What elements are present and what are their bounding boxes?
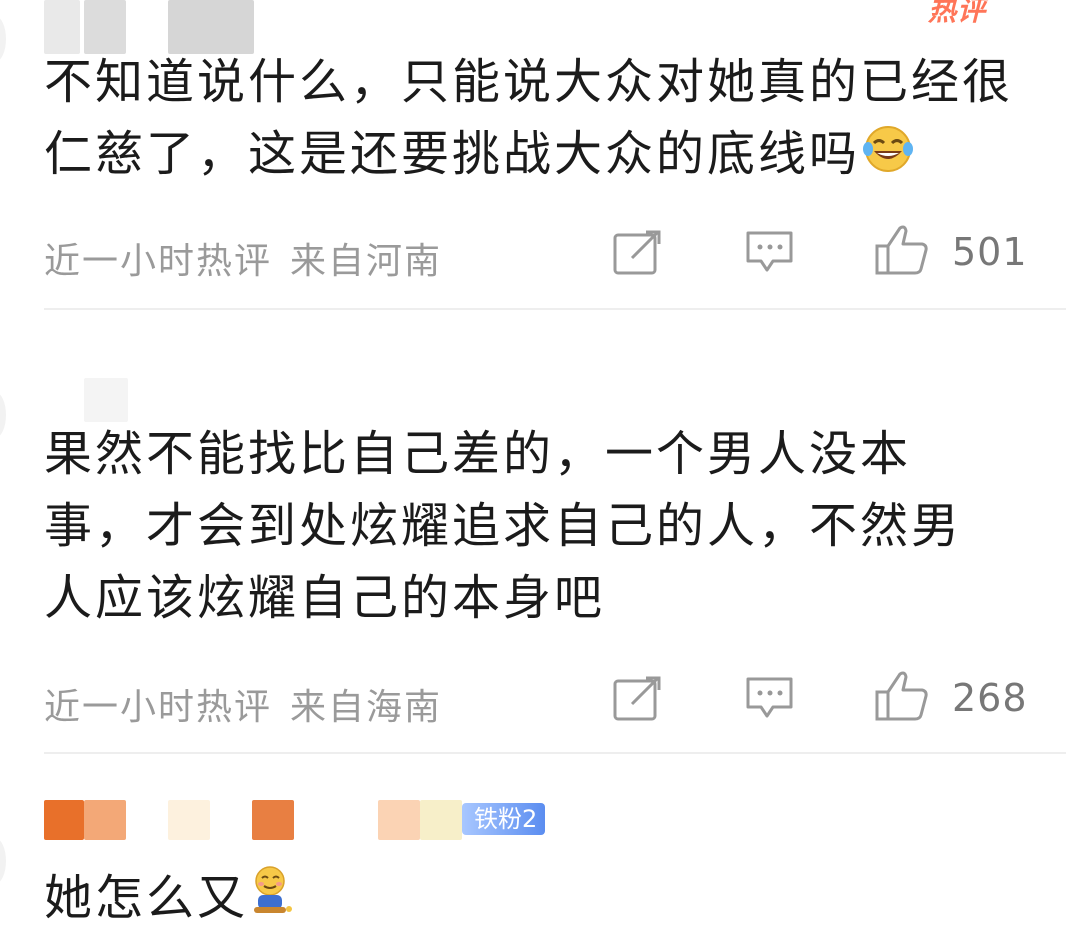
username-blurred[interactable] (168, 800, 210, 840)
shy-sitting-emoji-icon (250, 865, 294, 937)
like-thumb-icon[interactable] (874, 670, 930, 726)
like-count: 268 (952, 676, 1028, 720)
username-blurred[interactable] (44, 800, 84, 840)
reply-icon[interactable] (745, 230, 795, 278)
username-blurred[interactable] (252, 800, 294, 840)
username-blurred[interactable] (84, 378, 128, 422)
fan-level-badge: 铁粉2 (462, 803, 546, 835)
avatar[interactable] (0, 16, 6, 62)
comment-text: 不知道说什么，只能说大众对她真的已经很仁慈了，这是还要挑战大众的底线吗 (44, 46, 1024, 193)
comment-time: 近一小时热评 (44, 687, 273, 728)
hot-comment-badge: 热评 (928, 0, 987, 27)
reply-icon[interactable] (745, 676, 795, 724)
comment-meta: 近一小时热评 来自河南 (44, 232, 460, 284)
share-icon[interactable] (612, 676, 662, 726)
comment-text: 果然不能找比自己差的，一个男人没本事，才会到处炫耀追求自己的人，不然男人应该炫耀… (44, 426, 963, 626)
comment-location: 来自河南 (290, 241, 443, 282)
laughing-tears-emoji-icon (862, 121, 914, 193)
comment-text: 她怎么又 (44, 862, 1024, 937)
divider (44, 752, 1066, 754)
username-blurred[interactable] (378, 800, 420, 840)
avatar[interactable] (0, 392, 6, 438)
like-count: 501 (952, 230, 1028, 274)
avatar[interactable] (0, 838, 6, 884)
username-blurred[interactable] (84, 800, 126, 840)
like-thumb-icon[interactable] (874, 224, 930, 280)
share-icon[interactable] (612, 230, 662, 280)
comment-location: 来自海南 (290, 687, 443, 728)
divider (44, 308, 1066, 310)
username-blurred[interactable] (420, 800, 462, 840)
comment-meta: 近一小时热评 来自海南 (44, 678, 460, 730)
comment-time: 近一小时热评 (44, 241, 273, 282)
